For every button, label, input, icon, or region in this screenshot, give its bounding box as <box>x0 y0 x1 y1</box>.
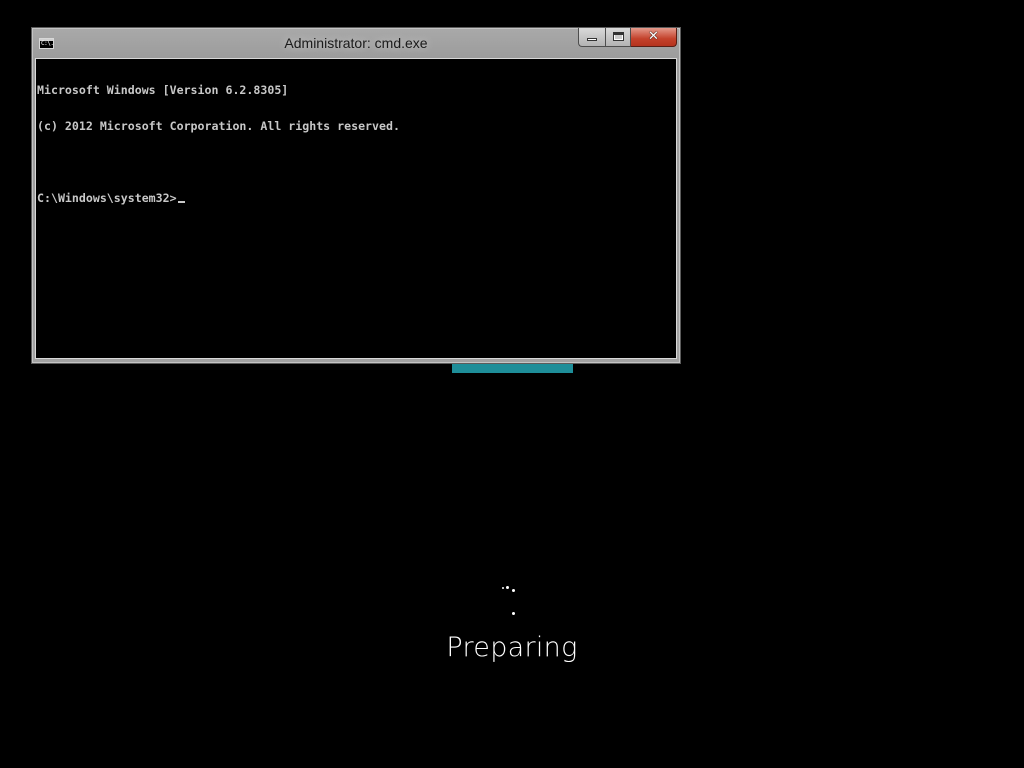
console-area[interactable]: Microsoft Windows [Version 6.2.8305] (c)… <box>35 58 677 359</box>
maximize-button[interactable] <box>605 28 631 47</box>
console-line-blank <box>37 156 400 168</box>
status-label: Preparing <box>446 632 578 663</box>
console-line-version: Microsoft Windows [Version 6.2.8305] <box>37 83 289 97</box>
spinner-dot <box>506 586 509 589</box>
console-line-prompt[interactable]: C:\Windows\system32> <box>37 192 400 204</box>
accent-bar <box>452 364 573 373</box>
console-line-copyright: (c) 2012 Microsoft Corporation. All righ… <box>37 119 400 133</box>
minimize-icon <box>587 38 597 41</box>
loading-dots-icon <box>494 580 530 620</box>
cmd-window[interactable]: C:\. Administrator: cmd.exe ✕ Microsoft … <box>31 27 681 364</box>
close-icon: ✕ <box>648 29 659 44</box>
text-cursor <box>177 201 185 203</box>
command-prompt: C:\Windows\system32> <box>37 191 177 205</box>
title-bar[interactable]: C:\. Administrator: cmd.exe ✕ <box>32 28 680 58</box>
spinner-dot <box>512 589 515 592</box>
maximize-icon <box>613 32 624 41</box>
console-output: Microsoft Windows [Version 6.2.8305] (c)… <box>37 60 400 228</box>
spinner-dot <box>502 587 504 589</box>
spinner-dot <box>512 612 515 615</box>
close-button[interactable]: ✕ <box>631 28 677 47</box>
window-controls: ✕ <box>578 28 677 48</box>
minimize-button[interactable] <box>578 28 605 47</box>
